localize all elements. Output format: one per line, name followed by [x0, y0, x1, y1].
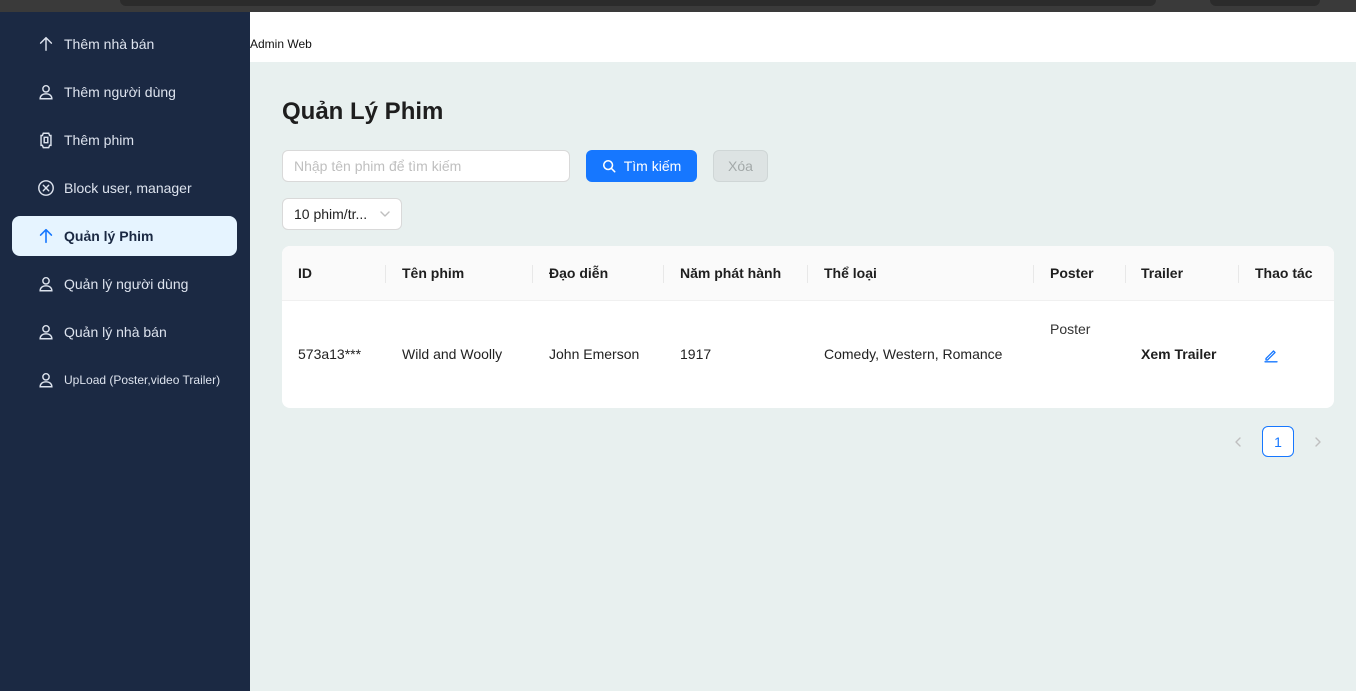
sidebar-item-label: Thêm người dùng	[64, 84, 176, 100]
sidebar-item-quan-ly-nguoi-dung[interactable]: Quản lý người dùng	[12, 264, 237, 304]
clear-button[interactable]: Xóa	[713, 150, 768, 182]
column-divider	[1125, 265, 1126, 283]
column-header-actions: Thao tác	[1255, 265, 1313, 281]
table-header: ID Tên phim Đạo diễn Năm phát hành Thể l…	[282, 246, 1334, 301]
search-button-label: Tìm kiếm	[623, 158, 682, 174]
user-icon	[36, 322, 56, 342]
sidebar-item-label: Thêm phim	[64, 132, 135, 148]
column-header-poster: Poster	[1050, 265, 1094, 281]
cell-genres: Comedy, Western, Romance	[824, 346, 1003, 362]
cell-year: 1917	[680, 346, 712, 362]
sidebar-item-label: Block user, manager	[64, 180, 192, 196]
chevron-right-icon[interactable]	[1310, 434, 1326, 450]
sidebar-item-quan-ly-nha-ban[interactable]: Quản lý nhà bán	[12, 312, 237, 352]
column-header-genres: Thể loại	[824, 265, 877, 281]
user-icon	[36, 274, 56, 294]
column-header-id: ID	[298, 265, 312, 281]
column-header-trailer: Trailer	[1141, 265, 1184, 281]
column-divider	[807, 265, 808, 283]
column-header-year: Năm phát hành	[680, 265, 782, 281]
column-header-title: Tên phim	[402, 265, 465, 281]
sidebar-item-label: UpLoad (Poster,video Trailer)	[64, 373, 221, 387]
arrow-up-icon	[36, 34, 56, 54]
sidebar-item-them-nha-ban[interactable]: Thêm nhà bán	[12, 24, 237, 64]
poster-image: Poster	[1050, 321, 1091, 337]
browser-tab-bar	[120, 0, 1156, 6]
arrow-up-icon	[36, 226, 56, 246]
cell-director: John Emerson	[549, 346, 640, 362]
sidebar: Thêm nhà bán Thêm người dùng Thêm phim B…	[0, 12, 250, 691]
chevron-left-icon[interactable]	[1230, 434, 1246, 450]
sidebar-item-label: Quản lý nhà bán	[64, 324, 167, 340]
user-icon	[36, 370, 56, 390]
page-1-button[interactable]: 1	[1262, 426, 1294, 457]
search-icon	[602, 159, 616, 173]
sidebar-item-label: Quản lý Phim	[64, 228, 154, 244]
sidebar-item-them-nguoi-dung[interactable]: Thêm người dùng	[12, 72, 237, 112]
column-divider	[1238, 265, 1239, 283]
sidebar-item-label: Quản lý người dùng	[64, 276, 189, 292]
cell-title: Wild and Woolly	[402, 346, 503, 362]
browser-control	[1210, 0, 1320, 6]
search-button[interactable]: Tìm kiếm	[586, 150, 697, 182]
page-title: Quản Lý Phim	[282, 98, 444, 125]
sidebar-item-upload[interactable]: UpLoad (Poster,video Trailer)	[12, 360, 237, 400]
movies-table: ID Tên phim Đạo diễn Năm phát hành Thể l…	[282, 246, 1334, 408]
user-icon	[36, 82, 56, 102]
column-header-director: Đạo diễn	[549, 265, 609, 281]
sidebar-item-block-user[interactable]: Block user, manager	[12, 168, 237, 208]
search-input[interactable]	[282, 150, 570, 182]
app-title: Admin Web	[250, 37, 312, 51]
page-size-value: 10 phim/tr...	[294, 206, 368, 222]
top-bar: Admin Web	[250, 12, 1356, 62]
column-divider	[1033, 265, 1034, 283]
sidebar-item-quan-ly-phim[interactable]: Quản lý Phim	[12, 216, 237, 256]
film-icon	[36, 130, 56, 150]
chevron-down-icon	[380, 211, 390, 217]
close-circle-icon	[36, 178, 56, 198]
sidebar-item-them-phim[interactable]: Thêm phim	[12, 120, 237, 160]
edit-icon[interactable]	[1263, 347, 1279, 363]
sidebar-item-label: Thêm nhà bán	[64, 36, 155, 52]
trailer-link[interactable]: Xem Trailer	[1141, 301, 1217, 408]
browser-strip	[0, 0, 1356, 12]
column-divider	[663, 265, 664, 283]
column-divider	[385, 265, 386, 283]
cell-id: 573a13***	[298, 346, 362, 362]
table-row: 573a13*** Wild and Woolly John Emerson 1…	[282, 301, 1334, 408]
column-divider	[532, 265, 533, 283]
page-size-select[interactable]: 10 phim/tr...	[282, 198, 402, 230]
